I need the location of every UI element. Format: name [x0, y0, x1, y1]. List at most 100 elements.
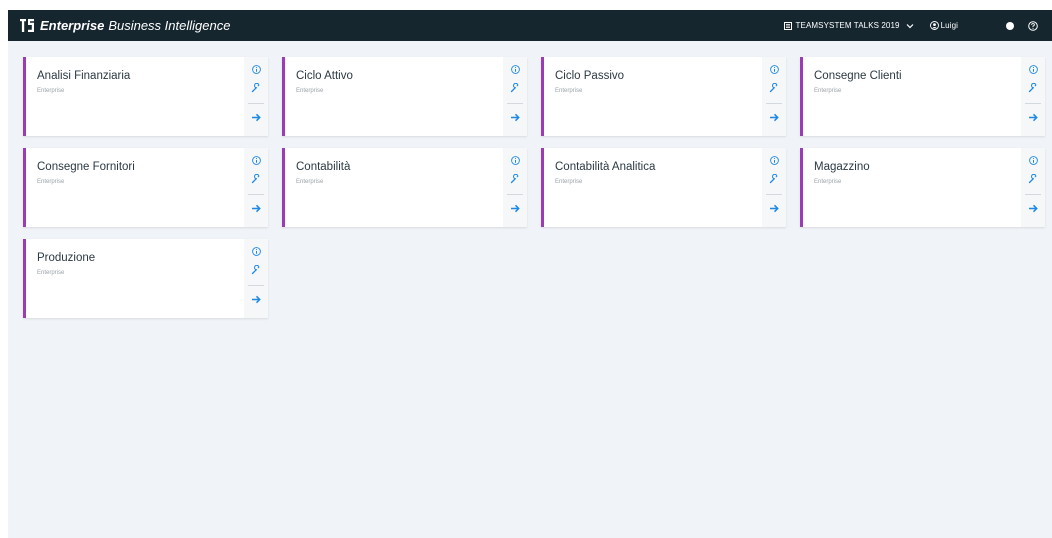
module-card-9[interactable]: Produzione Enterprise — [23, 239, 268, 318]
brand-product: Business Intelligence — [108, 18, 231, 33]
company-selector[interactable]: TEAMSYSTEM TALKS 2019 — [783, 21, 914, 30]
arrow-right-icon — [770, 204, 779, 213]
help-circle-icon[interactable] — [1028, 20, 1038, 31]
card-actions — [244, 239, 268, 318]
wrench-icon — [769, 82, 778, 92]
company-name: TEAMSYSTEM TALKS 2019 — [795, 21, 900, 30]
arrow-right-icon — [1029, 204, 1038, 213]
settings-button[interactable] — [1021, 168, 1045, 189]
settings-button[interactable] — [762, 168, 786, 189]
open-button[interactable] — [244, 104, 268, 131]
card-body: Consegne Clienti Enterprise — [803, 57, 1021, 136]
info-icon — [769, 64, 779, 74]
module-card-3[interactable]: Ciclo Passivo Enterprise — [541, 57, 786, 136]
top-bar-actions: TEAMSYSTEM TALKS 2019 Luigi — [783, 20, 1038, 31]
chevron-down-icon — [906, 23, 914, 28]
open-button[interactable] — [1021, 195, 1045, 222]
settings-button[interactable] — [762, 77, 786, 98]
card-body: Consegne Fornitori Enterprise — [26, 148, 244, 227]
ts-logo-icon — [20, 19, 34, 32]
module-card-7[interactable]: Contabilità Analitica Enterprise — [541, 148, 786, 227]
open-button[interactable] — [244, 286, 268, 313]
info-button[interactable] — [503, 148, 527, 168]
card-title: Analisi Finanziaria — [37, 70, 131, 82]
open-button[interactable] — [244, 195, 268, 222]
building-icon — [783, 21, 792, 30]
arrow-right-icon — [511, 113, 520, 122]
open-button[interactable] — [1021, 104, 1045, 131]
card-title: Consegne Clienti — [814, 70, 902, 82]
settings-button[interactable] — [503, 168, 527, 189]
info-button[interactable] — [503, 57, 527, 77]
card-actions — [1021, 57, 1045, 136]
settings-button[interactable] — [1021, 77, 1045, 98]
wrench-icon — [251, 173, 260, 183]
wrench-icon — [1028, 173, 1037, 183]
module-card-1[interactable]: Analisi Finanziaria Enterprise — [23, 57, 268, 136]
info-icon — [1028, 64, 1038, 74]
info-button[interactable] — [1021, 148, 1045, 168]
wrench-icon — [510, 82, 519, 92]
settings-button[interactable] — [244, 259, 268, 280]
card-body: Analisi Finanziaria Enterprise — [26, 57, 244, 136]
info-icon — [251, 246, 261, 256]
dashboard-grid: Analisi Finanziaria Enterprise Ciclo Att… — [23, 57, 1045, 318]
settings-button[interactable] — [503, 77, 527, 98]
user-menu[interactable]: Luigi — [929, 21, 958, 30]
app-window: Enterprise Business Intelligence TEAMSYS… — [8, 10, 1052, 538]
card-subtitle: Enterprise — [296, 179, 324, 185]
wrench-icon — [251, 82, 260, 92]
card-title: Contabilità Analitica — [555, 161, 656, 173]
info-icon — [251, 64, 261, 74]
settings-button[interactable] — [244, 77, 268, 98]
card-title: Contabilità — [296, 161, 351, 173]
open-button[interactable] — [762, 104, 786, 131]
info-button[interactable] — [244, 239, 268, 259]
arrow-right-icon — [252, 204, 261, 213]
card-title: Ciclo Passivo — [555, 70, 625, 82]
info-button[interactable] — [762, 148, 786, 168]
card-subtitle: Enterprise — [37, 270, 65, 276]
arrow-right-icon — [252, 295, 261, 304]
user-circle-icon — [929, 21, 939, 30]
module-card-2[interactable]: Ciclo Attivo Enterprise — [282, 57, 527, 136]
top-bar: Enterprise Business Intelligence TEAMSYS… — [8, 10, 1052, 41]
open-button[interactable] — [503, 195, 527, 222]
info-button[interactable] — [762, 57, 786, 77]
app-brand[interactable]: Enterprise Business Intelligence — [20, 18, 230, 33]
info-button[interactable] — [244, 148, 268, 168]
brand-name: Enterprise — [40, 18, 105, 33]
card-body: Magazzino Enterprise — [803, 148, 1021, 227]
info-icon — [510, 64, 520, 74]
module-card-4[interactable]: Consegne Clienti Enterprise — [800, 57, 1045, 136]
card-body: Produzione Enterprise — [26, 239, 244, 318]
open-button[interactable] — [762, 195, 786, 222]
card-title: Magazzino — [814, 161, 870, 173]
info-icon — [251, 155, 261, 165]
card-body: Ciclo Passivo Enterprise — [544, 57, 762, 136]
info-button[interactable] — [244, 57, 268, 77]
card-subtitle: Enterprise — [37, 179, 65, 185]
module-card-6[interactable]: Contabilità Enterprise — [282, 148, 527, 227]
module-card-5[interactable]: Consegne Fornitori Enterprise — [23, 148, 268, 227]
settings-button[interactable] — [244, 168, 268, 189]
arrow-right-icon — [1029, 113, 1038, 122]
card-title: Consegne Fornitori — [37, 161, 135, 173]
card-title: Produzione — [37, 252, 96, 264]
card-actions — [762, 148, 786, 227]
card-body: Contabilità Enterprise — [285, 148, 503, 227]
card-subtitle: Enterprise — [555, 88, 583, 94]
card-body: Ciclo Attivo Enterprise — [285, 57, 503, 136]
info-icon — [510, 155, 520, 165]
card-actions — [503, 57, 527, 136]
module-card-8[interactable]: Magazzino Enterprise — [800, 148, 1045, 227]
user-name: Luigi — [940, 21, 958, 30]
card-actions — [244, 57, 268, 136]
open-button[interactable] — [503, 104, 527, 131]
card-subtitle: Enterprise — [814, 179, 842, 185]
status-dot-icon[interactable] — [1006, 21, 1014, 30]
info-button[interactable] — [1021, 57, 1045, 77]
arrow-right-icon — [770, 113, 779, 122]
card-actions — [762, 57, 786, 136]
card-subtitle: Enterprise — [555, 179, 583, 185]
